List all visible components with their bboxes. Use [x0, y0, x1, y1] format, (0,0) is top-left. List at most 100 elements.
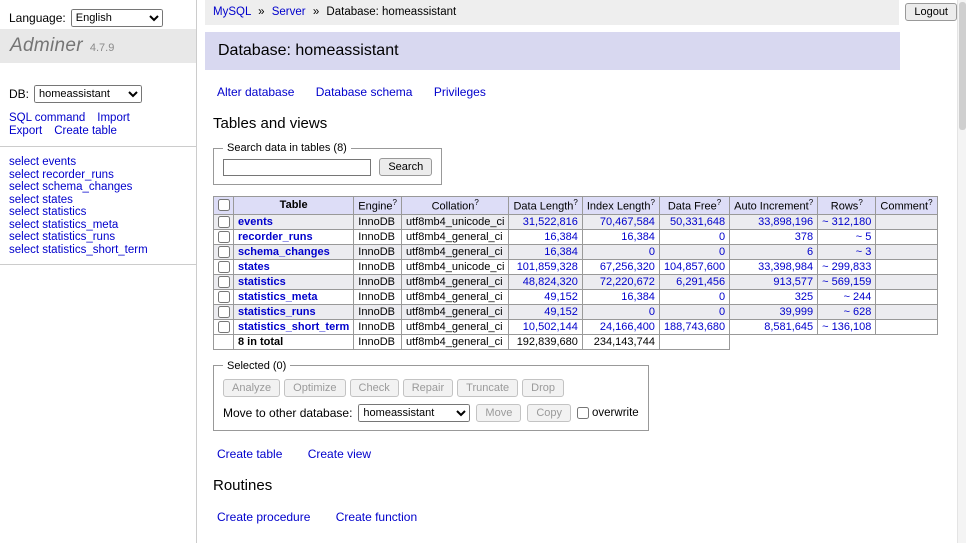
data-free-link[interactable]: 0	[719, 246, 725, 258]
create-table-link[interactable]: Create table	[217, 447, 282, 461]
data-length-link[interactable]: 101,859,328	[517, 261, 578, 273]
data-length-link[interactable]: 16,384	[544, 231, 578, 243]
rows-count-link[interactable]: ~ 244	[844, 291, 872, 303]
table-name-link[interactable]: schema_changes	[238, 246, 330, 258]
auto-increment-link[interactable]: 6	[807, 246, 813, 258]
data-free-link[interactable]: 6,291,456	[676, 276, 725, 288]
row-select-checkbox[interactable]	[218, 216, 230, 228]
row-select-checkbox[interactable]	[218, 261, 230, 273]
data-free-link[interactable]: 188,743,680	[664, 321, 725, 333]
table-name-link[interactable]: statistics_meta	[238, 291, 318, 303]
sidebar-table-select-link[interactable]: select statistics_runs	[9, 231, 196, 244]
auto-increment-link[interactable]: 33,398,984	[758, 261, 813, 273]
bulk-action-button[interactable]: Analyze	[223, 379, 280, 397]
sidebar-table-select-link[interactable]: select statistics_short_term	[9, 244, 196, 257]
rows-count-link[interactable]: ~ 299,833	[822, 261, 871, 273]
help-link[interactable]: ?	[858, 198, 862, 207]
export-link[interactable]: Export	[9, 125, 42, 137]
sidebar-table-select-link[interactable]: select events	[9, 156, 196, 169]
table-name-link[interactable]: statistics	[238, 276, 286, 288]
help-link[interactable]: ?	[393, 198, 397, 207]
auto-increment-link[interactable]: 8,581,645	[764, 321, 813, 333]
adminer-logo[interactable]: Adminer	[10, 35, 83, 57]
row-select-checkbox[interactable]	[218, 321, 230, 333]
sql-command-link[interactable]: SQL command	[9, 112, 85, 124]
bulk-action-button[interactable]: Optimize	[284, 379, 345, 397]
data-length-link[interactable]: 49,152	[544, 291, 578, 303]
index-length-link[interactable]: 67,256,320	[600, 261, 655, 273]
auto-increment-link[interactable]: 325	[795, 291, 813, 303]
breadcrumb-mysql-link[interactable]: MySQL	[213, 6, 251, 18]
sidebar-table-select-link[interactable]: select statistics	[9, 206, 196, 219]
help-link[interactable]: ?	[474, 198, 478, 207]
data-length-link[interactable]: 49,152	[544, 306, 578, 318]
rows-count-link[interactable]: ~ 3	[856, 246, 872, 258]
bulk-action-button[interactable]: Check	[350, 379, 399, 397]
data-free-link[interactable]: 0	[719, 231, 725, 243]
move-db-select[interactable]: homeassistant	[358, 404, 470, 422]
row-select-checkbox[interactable]	[218, 231, 230, 243]
index-length-link[interactable]: 16,384	[621, 291, 655, 303]
help-link[interactable]: ?	[928, 198, 932, 207]
row-select-checkbox[interactable]	[218, 246, 230, 258]
table-name-link[interactable]: statistics_short_term	[238, 321, 349, 333]
data-free-link[interactable]: 0	[719, 306, 725, 318]
help-link[interactable]: ?	[573, 198, 577, 207]
auto-increment-link[interactable]: 39,999	[780, 306, 814, 318]
row-select-checkbox[interactable]	[218, 291, 230, 303]
language-select[interactable]: English	[71, 9, 163, 27]
bulk-action-button[interactable]: Drop	[522, 379, 564, 397]
auto-increment-link[interactable]: 33,898,196	[758, 216, 813, 228]
rows-count-link[interactable]: ~ 569,159	[822, 276, 871, 288]
help-link[interactable]: ?	[650, 198, 654, 207]
index-length-link[interactable]: 0	[649, 306, 655, 318]
breadcrumb-server-link[interactable]: Server	[272, 6, 306, 18]
alter-database-link[interactable]: Alter database	[217, 85, 294, 99]
search-input[interactable]	[223, 159, 371, 176]
table-name-link[interactable]: statistics_runs	[238, 306, 316, 318]
table-name-link[interactable]: events	[238, 216, 273, 228]
data-length-link[interactable]: 16,384	[544, 246, 578, 258]
select-all-checkbox[interactable]	[218, 199, 230, 211]
search-button[interactable]: Search	[379, 158, 432, 176]
create-function-link[interactable]: Create function	[336, 510, 417, 524]
create-view-link[interactable]: Create view	[308, 447, 371, 461]
row-select-checkbox[interactable]	[218, 306, 230, 318]
index-length-link[interactable]: 24,166,400	[600, 321, 655, 333]
sidebar-table-select-link[interactable]: select statistics_meta	[9, 219, 196, 232]
scrollbar-thumb[interactable]	[959, 2, 966, 130]
help-link[interactable]: ?	[717, 198, 721, 207]
row-select-checkbox[interactable]	[218, 276, 230, 288]
index-length-link[interactable]: 16,384	[621, 231, 655, 243]
import-link[interactable]: Import	[97, 112, 130, 124]
logout-button[interactable]: Logout	[905, 3, 957, 21]
data-length-link[interactable]: 48,824,320	[523, 276, 578, 288]
data-length-link[interactable]: 31,522,816	[523, 216, 578, 228]
overwrite-checkbox[interactable]	[577, 407, 589, 419]
rows-count-link[interactable]: ~ 312,180	[822, 216, 871, 228]
database-schema-link[interactable]: Database schema	[316, 85, 413, 99]
move-button[interactable]: Move	[476, 404, 521, 422]
index-length-link[interactable]: 72,220,672	[600, 276, 655, 288]
create-table-sidebar-link[interactable]: Create table	[54, 125, 117, 137]
db-select[interactable]: homeassistant	[34, 85, 142, 103]
index-length-link[interactable]: 70,467,584	[600, 216, 655, 228]
copy-button[interactable]: Copy	[527, 404, 571, 422]
auto-increment-link[interactable]: 913,577	[773, 276, 813, 288]
sidebar-table-select-link[interactable]: select recorder_runs	[9, 169, 196, 182]
bulk-action-button[interactable]: Truncate	[457, 379, 518, 397]
bulk-action-button[interactable]: Repair	[403, 379, 453, 397]
rows-count-link[interactable]: ~ 628	[844, 306, 872, 318]
privileges-link[interactable]: Privileges	[434, 85, 486, 99]
data-free-link[interactable]: 0	[719, 291, 725, 303]
sidebar-table-select-link[interactable]: select states	[9, 194, 196, 207]
index-length-link[interactable]: 0	[649, 246, 655, 258]
auto-increment-link[interactable]: 378	[795, 231, 813, 243]
table-name-link[interactable]: recorder_runs	[238, 231, 313, 243]
rows-count-link[interactable]: ~ 136,108	[822, 321, 871, 333]
rows-count-link[interactable]: ~ 5	[856, 231, 872, 243]
help-link[interactable]: ?	[809, 198, 813, 207]
page-scrollbar[interactable]	[957, 0, 966, 543]
sidebar-table-select-link[interactable]: select schema_changes	[9, 181, 196, 194]
table-name-link[interactable]: states	[238, 261, 270, 273]
